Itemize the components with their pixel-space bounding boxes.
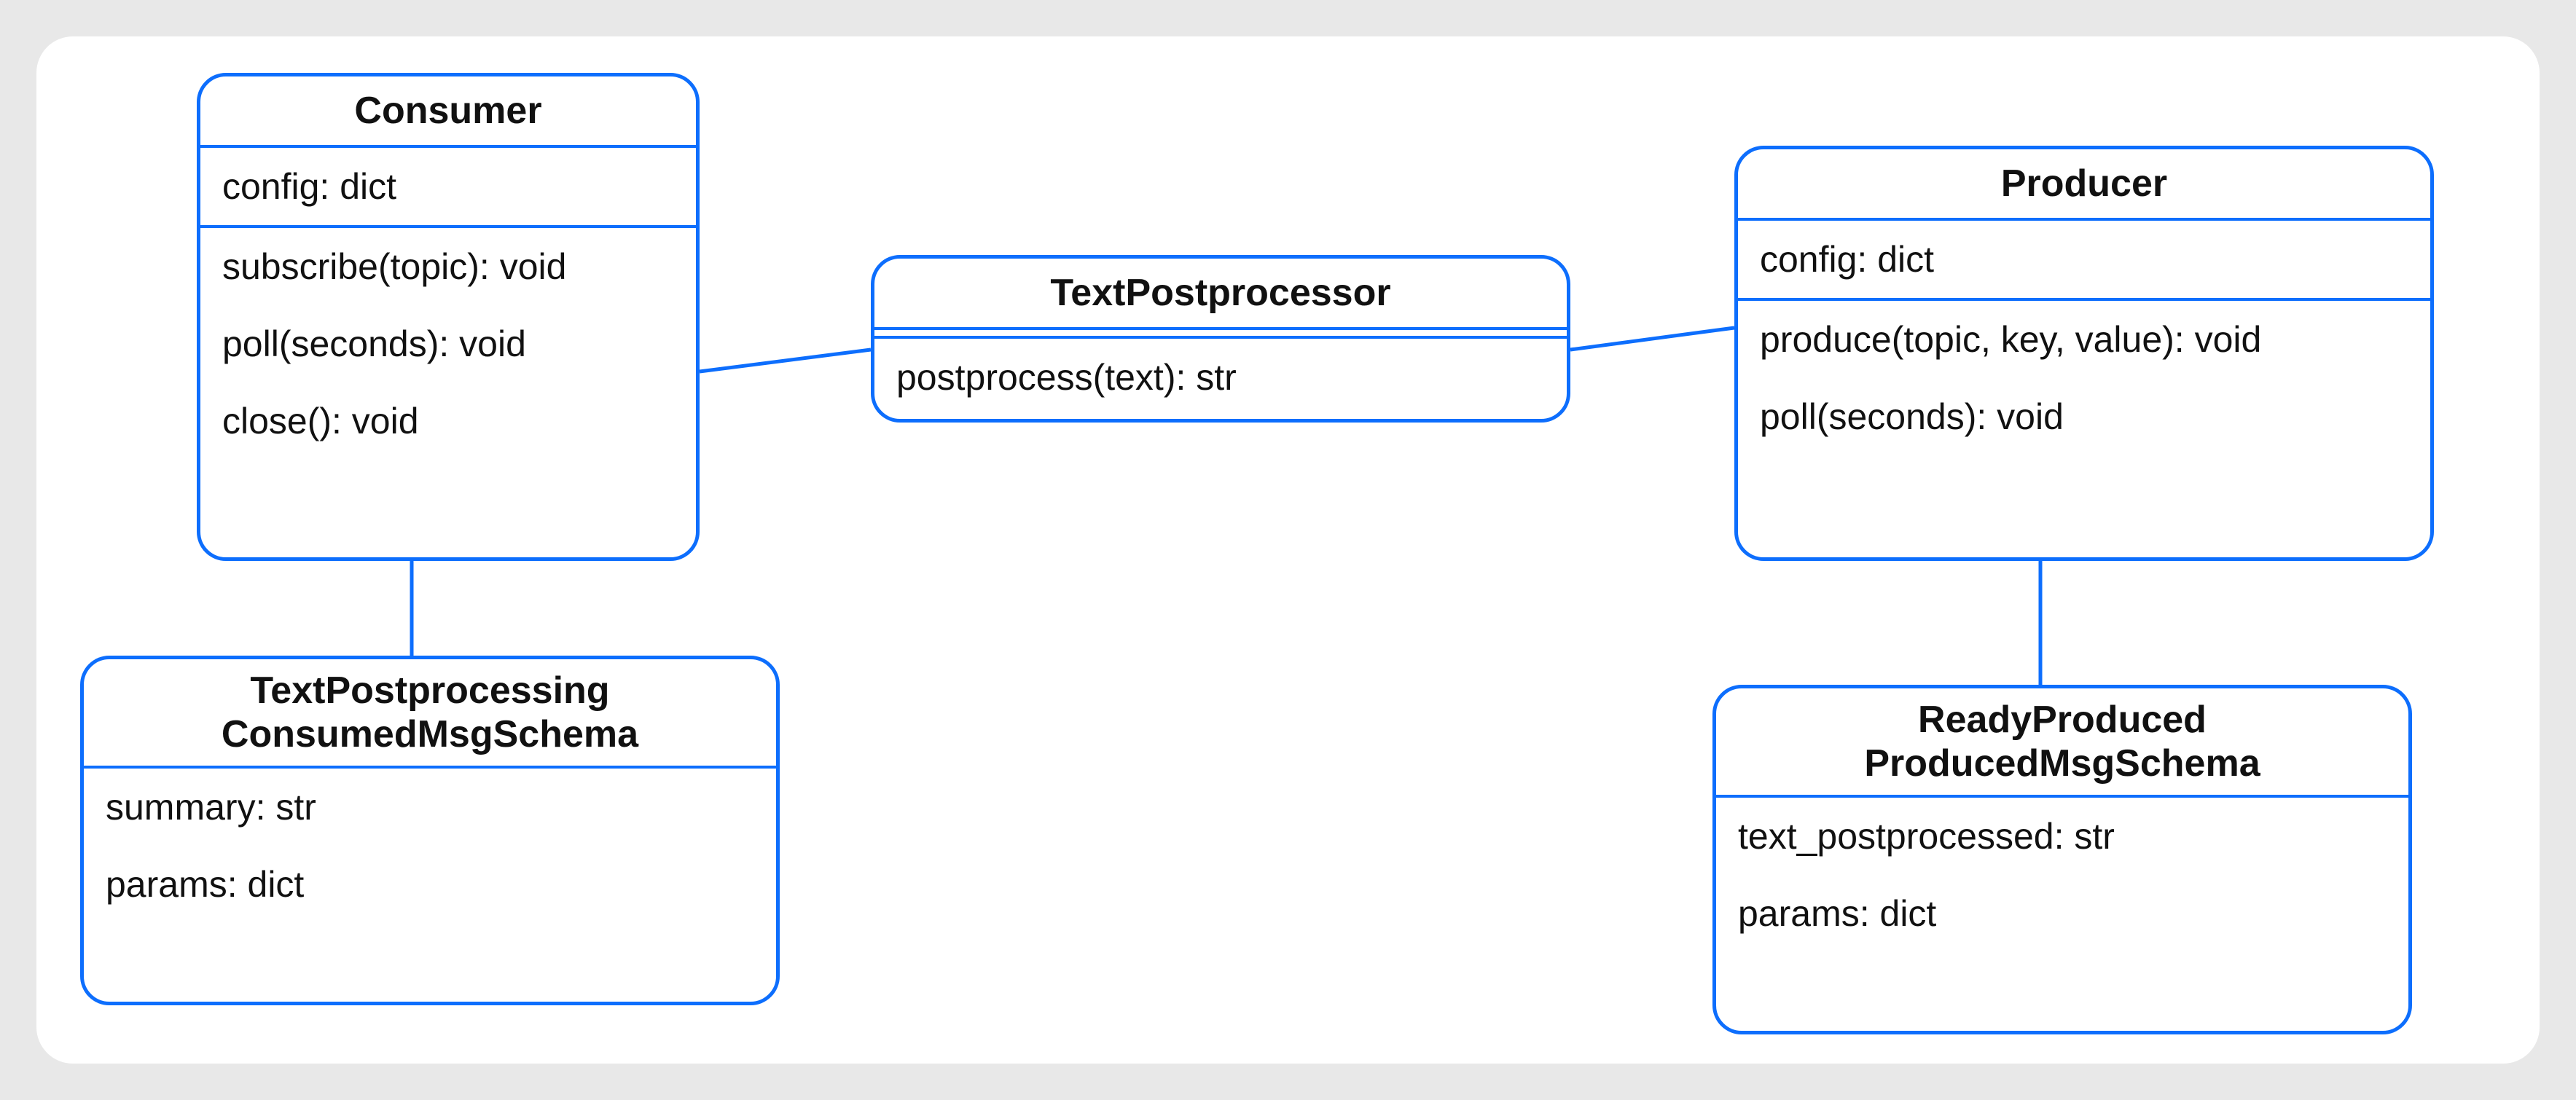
class-producer: Producer config: dict produce(topic, key…: [1734, 146, 2434, 561]
produced-schema-title-l2: ProducedMsgSchema: [1723, 742, 2401, 786]
class-consumer-title: Consumer: [200, 76, 696, 145]
producer-method-0: produce(topic, key, value): void: [1738, 301, 2430, 378]
assoc-consumer-textpost: [700, 350, 871, 372]
class-consumed-schema-title: TextPostprocessing ConsumedMsgSchema: [84, 659, 776, 766]
consumed-schema-title-l1: TextPostprocessing: [91, 669, 769, 713]
class-producer-title: Producer: [1738, 149, 2430, 218]
produced-schema-title-l1: ReadyProduced: [1723, 699, 2401, 742]
class-consumer: Consumer config: dict subscribe(topic): …: [197, 73, 700, 561]
producer-method-1: poll(seconds): void: [1738, 378, 2430, 455]
class-produced-schema-title: ReadyProduced ProducedMsgSchema: [1716, 688, 2408, 795]
assoc-textpost-producer: [1570, 328, 1734, 350]
consumer-method-1: poll(seconds): void: [200, 305, 696, 382]
class-textpostprocessor: TextPostprocessor postprocess(text): str: [871, 255, 1570, 423]
divider-double: [874, 327, 1567, 339]
class-produced-schema: ReadyProduced ProducedMsgSchema text_pos…: [1712, 685, 2412, 1034]
class-consumed-schema: TextPostprocessing ConsumedMsgSchema sum…: [80, 656, 780, 1005]
textpost-method-0: postprocess(text): str: [874, 339, 1567, 416]
producer-attr-0: config: dict: [1738, 221, 2430, 298]
consumed-schema-attr-1: params: dict: [84, 846, 776, 923]
produced-schema-attr-0: text_postprocessed: str: [1716, 798, 2408, 875]
consumer-attr-0: config: dict: [200, 148, 696, 225]
consumed-schema-title-l2: ConsumedMsgSchema: [91, 713, 769, 757]
consumed-schema-attr-0: summary: str: [84, 769, 776, 846]
consumer-method-2: close(): void: [200, 382, 696, 460]
produced-schema-attr-1: params: dict: [1716, 875, 2408, 952]
class-textpostprocessor-title: TextPostprocessor: [874, 259, 1567, 327]
diagram-canvas: Consumer config: dict subscribe(topic): …: [36, 36, 2540, 1064]
consumer-method-0: subscribe(topic): void: [200, 228, 696, 305]
